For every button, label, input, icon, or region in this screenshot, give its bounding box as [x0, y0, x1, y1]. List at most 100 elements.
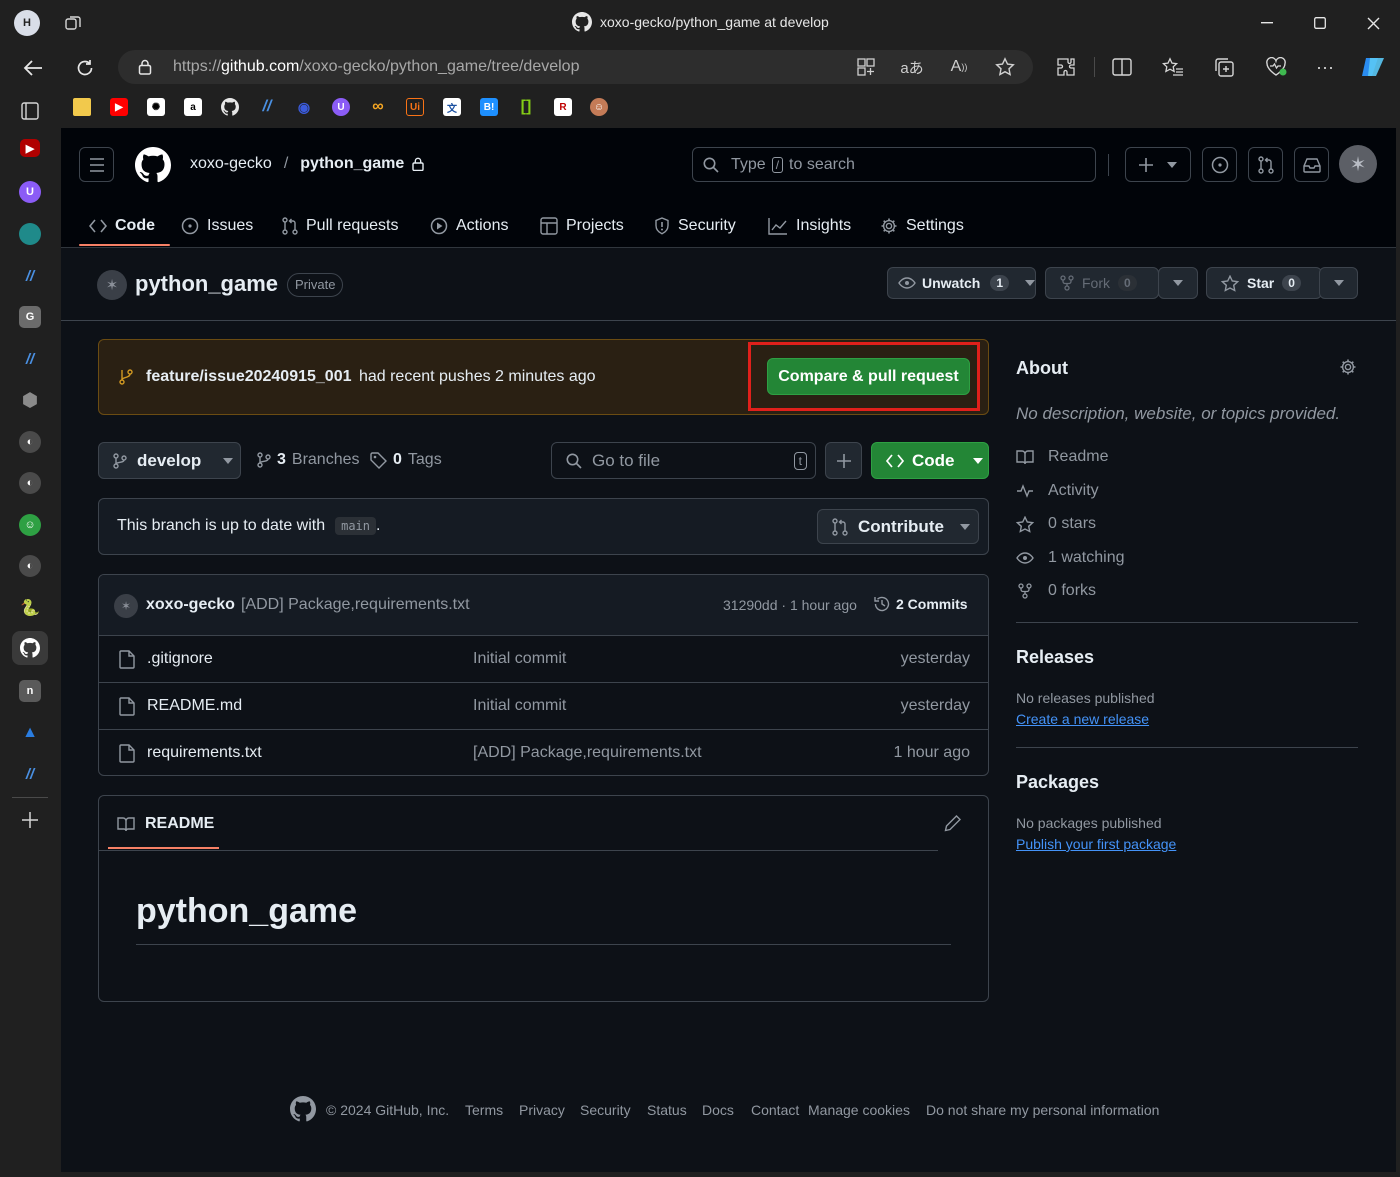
footer-link-manage-cookies[interactable]: Manage cookies — [808, 1102, 910, 1118]
tab-pull-requests[interactable]: Pull requests — [282, 212, 399, 240]
bookmark-fingerprint-icon[interactable]: ◉ — [295, 98, 313, 116]
tab-actions-icon[interactable] — [19, 100, 41, 122]
packages-title[interactable]: Packages — [1016, 772, 1099, 793]
table-row[interactable]: requirements.txt [ADD] Package,requireme… — [99, 729, 988, 775]
bookmark-translate-icon[interactable]: 文 — [443, 98, 461, 116]
about-activity-link[interactable]: Activity — [1016, 482, 1099, 500]
bookmark-folder-icon[interactable] — [73, 98, 91, 116]
issues-nav-button[interactable] — [1202, 147, 1237, 182]
bookmark-proton-icon[interactable]: U — [332, 98, 350, 116]
search-input[interactable]: Type / to search — [692, 147, 1096, 182]
bookmark-amazon-icon[interactable]: a — [184, 98, 202, 116]
footer-link-security[interactable]: Security — [580, 1102, 631, 1118]
bookmark-slash-icon[interactable]: // — [258, 98, 276, 116]
bookmark-ui-icon[interactable]: Ui — [406, 98, 424, 116]
tab-python-icon[interactable]: 🐍 — [19, 597, 41, 619]
translate-icon[interactable]: aあ — [900, 57, 924, 77]
about-forks-link[interactable]: 0 forks — [1016, 582, 1096, 600]
about-stars-link[interactable]: 0 stars — [1016, 515, 1096, 533]
compare-pull-request-button[interactable]: Compare & pull request — [767, 358, 970, 395]
new-tab-icon[interactable] — [19, 809, 41, 831]
tab-circle-icon[interactable] — [19, 223, 41, 245]
browser-essentials-icon[interactable] — [1264, 56, 1288, 78]
breadcrumb-repo-link[interactable]: python_game — [300, 155, 404, 173]
tab-insights[interactable]: Insights — [768, 212, 851, 240]
workspaces-icon[interactable] — [62, 12, 84, 34]
split-screen-icon[interactable] — [1111, 56, 1133, 78]
code-dropdown-button[interactable]: Code — [871, 442, 989, 479]
table-row[interactable]: .gitignore Initial commit yesterday — [99, 635, 988, 682]
releases-title[interactable]: Releases — [1016, 647, 1094, 668]
contribute-button[interactable]: Contribute — [817, 509, 979, 544]
tab-settings[interactable]: Settings — [880, 212, 964, 240]
tab-youtube-icon[interactable]: ▶ — [20, 139, 40, 157]
bookmark-infinity-icon[interactable]: ∞ — [369, 98, 387, 116]
url-bar[interactable]: https://github.com/xoxo-gecko/python_gam… — [118, 50, 1033, 84]
bookmark-youtube-icon[interactable]: ▶ — [110, 98, 128, 116]
bookmark-chatgpt-icon[interactable]: ✺ — [147, 98, 165, 116]
fork-dropdown-button[interactable] — [1158, 267, 1198, 299]
file-name[interactable]: .gitignore — [147, 650, 213, 668]
publish-package-link[interactable]: Publish your first package — [1016, 836, 1176, 852]
read-aloud-icon[interactable]: A)) — [948, 57, 970, 77]
footer-link-contact[interactable]: Contact — [751, 1102, 799, 1118]
branches-link[interactable]: 3 Branches — [257, 451, 360, 469]
tab-proton-icon[interactable]: U — [19, 181, 41, 203]
add-file-button[interactable] — [825, 442, 862, 479]
extensions-icon[interactable] — [1055, 56, 1077, 78]
star-button[interactable]: Star 0 — [1206, 267, 1322, 299]
app-available-icon[interactable] — [856, 57, 876, 77]
close-icon[interactable] — [1361, 12, 1385, 34]
tab-openai2-icon[interactable]: ◐ — [19, 472, 41, 494]
github-logo-icon[interactable] — [135, 147, 171, 183]
about-readme-link[interactable]: Readme — [1016, 448, 1108, 466]
tab-openai3-icon[interactable]: ◐ — [19, 555, 41, 577]
pulls-nav-button[interactable] — [1248, 147, 1283, 182]
table-row[interactable]: README.md Initial commit yesterday — [99, 682, 988, 729]
footer-link-docs[interactable]: Docs — [702, 1102, 734, 1118]
inbox-nav-button[interactable] — [1294, 147, 1329, 182]
file-commit-message[interactable]: [ADD] Package,requirements.txt — [473, 744, 702, 762]
tab-actions[interactable]: Actions — [430, 212, 508, 240]
file-commit-message[interactable]: Initial commit — [473, 650, 566, 668]
file-commit-message[interactable]: Initial commit — [473, 697, 566, 715]
tab-issues[interactable]: Issues — [181, 212, 253, 240]
bookmark-rakuten-icon[interactable]: R — [554, 98, 572, 116]
tab-g-icon[interactable]: G — [19, 306, 41, 328]
more-menu-icon[interactable]: ··· — [1314, 56, 1336, 78]
star-dropdown-button[interactable] — [1319, 267, 1358, 299]
commit-message[interactable]: [ADD] Package,requirements.txt — [241, 596, 470, 614]
base-branch-code[interactable]: main — [335, 517, 377, 535]
copilot-icon[interactable] — [1360, 54, 1388, 80]
footer-link-do-not-share[interactable]: Do not share my personal information — [926, 1102, 1159, 1118]
maximize-icon[interactable] — [1308, 12, 1332, 34]
footer-link-terms[interactable]: Terms — [465, 1102, 503, 1118]
tab-code[interactable]: Code — [89, 212, 155, 240]
go-to-file-input[interactable]: Go to file t — [551, 442, 816, 479]
bookmark-avatar-icon[interactable]: ☺ — [590, 98, 608, 116]
unwatch-button[interactable]: Unwatch 1 — [887, 267, 1036, 299]
commits-history-link[interactable]: 2 Commits — [873, 595, 968, 613]
footer-github-logo-icon[interactable] — [290, 1096, 316, 1122]
commit-author-avatar[interactable]: ✶ — [114, 594, 138, 618]
tab-notion-icon[interactable]: n — [19, 680, 41, 702]
tab-projects[interactable]: Projects — [540, 212, 624, 240]
bookmark-hatena-icon[interactable]: B! — [480, 98, 498, 116]
about-settings-icon[interactable] — [1339, 358, 1357, 376]
tab-triangle-icon[interactable]: ▲ — [19, 722, 41, 744]
tab-cube-icon[interactable]: ⬢ — [19, 389, 41, 411]
about-watching-link[interactable]: 1 watching — [1016, 549, 1125, 567]
file-name[interactable]: requirements.txt — [147, 744, 262, 762]
hamburger-menu-button[interactable] — [79, 147, 114, 182]
bookmark-bracket-icon[interactable]: [] — [517, 98, 535, 116]
minimize-icon[interactable] — [1255, 12, 1279, 34]
favorite-star-icon[interactable] — [994, 56, 1016, 78]
tab-github-active-icon[interactable] — [12, 631, 48, 665]
back-icon[interactable] — [20, 55, 46, 81]
bookmark-github-icon[interactable] — [221, 98, 239, 116]
refresh-icon[interactable] — [72, 55, 98, 81]
tab-security[interactable]: Security — [654, 212, 736, 240]
profile-avatar[interactable]: H — [14, 10, 40, 36]
tab-green-icon[interactable]: ☺ — [19, 514, 41, 536]
readme-tab[interactable]: README — [117, 815, 214, 833]
